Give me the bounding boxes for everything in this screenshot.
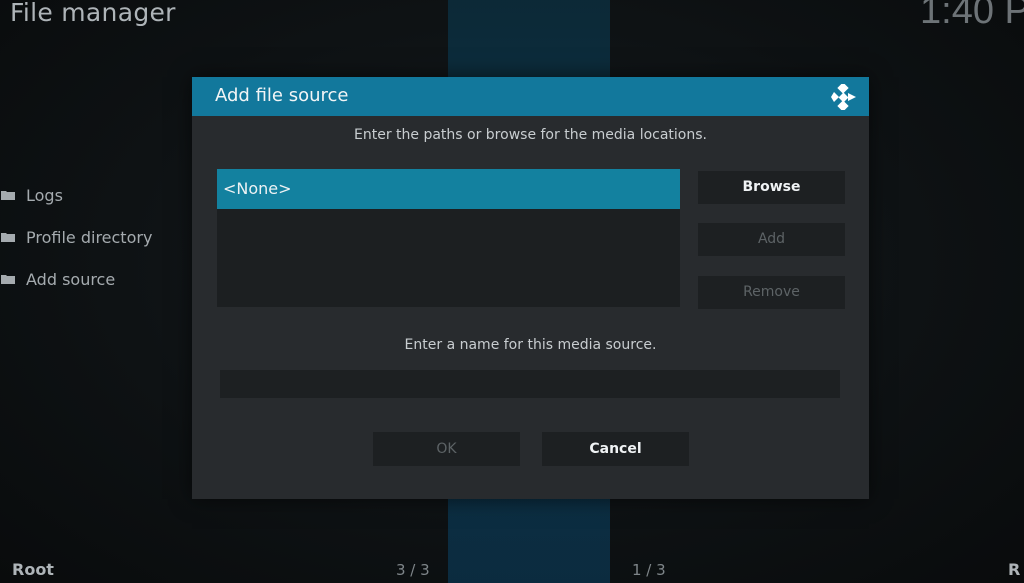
paths-list[interactable]: <None>	[217, 169, 680, 307]
footer-path-label-right: R	[1008, 560, 1021, 579]
list-item-label: Logs	[26, 185, 63, 205]
list-item-label: Profile directory	[26, 227, 153, 247]
name-instruction: Enter a name for this media source.	[404, 337, 657, 353]
list-item-profile-directory[interactable]: Profile directory	[0, 216, 152, 258]
ok-button[interactable]: OK	[373, 432, 520, 466]
remove-button[interactable]: Remove	[698, 276, 845, 309]
browse-button[interactable]: Browse	[698, 171, 845, 204]
list-item-label: Add source	[26, 269, 116, 289]
footer-path-label: Root	[12, 560, 54, 579]
folder-icon	[1, 274, 15, 284]
dialog-header: Add file source	[192, 77, 869, 116]
window-title: File manager	[10, 0, 176, 27]
folder-icon	[1, 232, 15, 242]
clock: 1:40 P	[920, 0, 1024, 32]
paths-instruction: Enter the paths or browse for the media …	[354, 127, 707, 143]
file-manager-screen: File manager 1:40 P Logs Profile directo…	[0, 0, 1024, 583]
source-name-input[interactable]	[220, 370, 840, 398]
kodi-logo-icon	[830, 82, 856, 112]
cancel-button[interactable]: Cancel	[542, 432, 689, 466]
list-item-add-source[interactable]: Add source	[0, 258, 152, 300]
source-list: Logs Profile directory Add source	[0, 174, 152, 300]
footer-item-count-left: 3 / 3	[396, 561, 430, 579]
footer-item-count-right: 1 / 3	[632, 561, 666, 579]
add-file-source-dialog: Add file source Enter the paths or brows…	[192, 77, 869, 499]
folder-icon	[1, 190, 15, 200]
add-button[interactable]: Add	[698, 223, 845, 256]
dialog-title: Add file source	[215, 85, 349, 106]
list-item-logs[interactable]: Logs	[0, 174, 152, 216]
path-item-none[interactable]: <None>	[217, 169, 680, 209]
